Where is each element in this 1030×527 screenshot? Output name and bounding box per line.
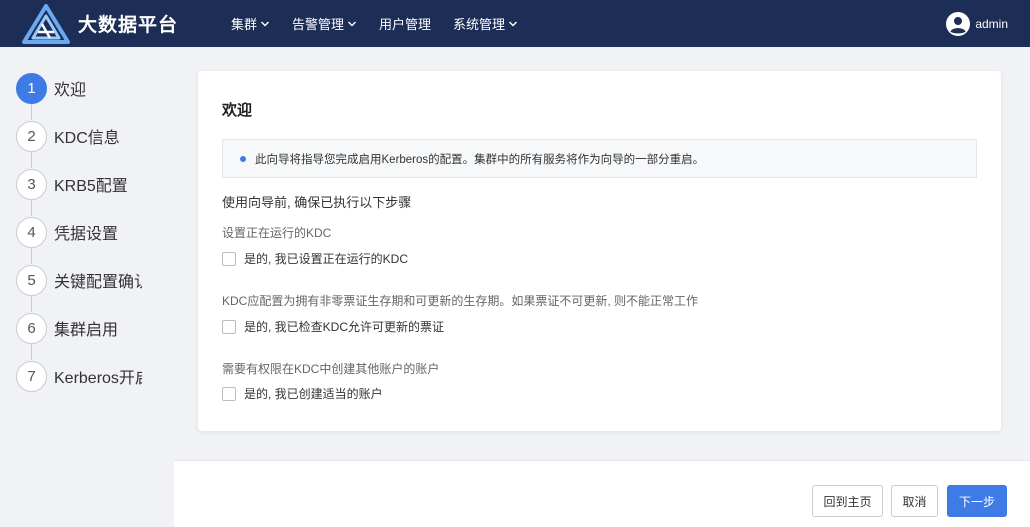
section-label: KDC应配置为拥有非零票证生存期和可更新的生存期。如果票证不可更新, 则不能正常…: [222, 294, 699, 308]
nav-item-alert-management[interactable]: 告警管理: [292, 14, 357, 33]
nav-item-label: 集群: [231, 17, 258, 32]
step-kerberos-enable[interactable]: 7 Kerberos开启: [16, 360, 142, 392]
step-number: 1: [16, 72, 47, 104]
step-number: 2: [16, 120, 47, 152]
step-krb5-config[interactable]: 3 KRB5配置: [16, 168, 142, 200]
checkbox[interactable]: [222, 251, 236, 266]
nav-item-label: 告警管理: [292, 17, 345, 32]
nav-item-label: 系统管理: [453, 17, 506, 32]
confirm-account-created-checkbox[interactable]: 是的, 我已创建适当的账户: [222, 385, 383, 402]
step-label: 凭据设置: [54, 226, 119, 243]
wizard-steps: 1 欢迎 2 KDC信息 3 KRB5配置 4 凭据设置 5 关键配置确认 6 …: [0, 47, 175, 527]
step-number: 4: [16, 216, 47, 248]
confirm-kdc-renewable-checkbox[interactable]: 是的, 我已检查KDC允许可更新的票证: [222, 318, 444, 335]
step-connector: [31, 344, 32, 360]
user-menu[interactable]: admin: [946, 0, 1008, 47]
footer-action-bar: 回到主页 取消 下一步: [174, 460, 1030, 527]
main-nav: 集群 告警管理 用户管理 系统管理: [231, 0, 540, 47]
step-connector: [31, 296, 32, 312]
info-bullet-icon: [240, 155, 246, 162]
step-number: 3: [16, 168, 47, 200]
step-connector: [31, 248, 32, 264]
chevron-down-icon: [261, 21, 270, 26]
nav-item-user-management[interactable]: 用户管理: [379, 14, 431, 33]
intro-text: 使用向导前, 确保已执行以下步骤: [222, 195, 412, 210]
confirm-kdc-running-checkbox[interactable]: 是的, 我已设置正在运行的KDC: [222, 250, 408, 267]
checkbox[interactable]: [222, 386, 236, 401]
checkbox[interactable]: [222, 319, 236, 334]
step-label: KDC信息: [54, 130, 120, 147]
step-label: Kerberos开启: [54, 370, 142, 387]
chevron-down-icon: [348, 21, 357, 26]
username: admin: [975, 16, 1008, 31]
step-welcome[interactable]: 1 欢迎: [16, 72, 142, 104]
info-alert: 此向导将指导您完成启用Kerberos的配置。集群中的所有服务将作为向导的一部分…: [222, 139, 977, 178]
next-button[interactable]: 下一步: [947, 485, 1007, 517]
step-label: 关键配置确认: [54, 274, 142, 291]
step-label: 集群启用: [54, 322, 119, 339]
info-text: 此向导将指导您完成启用Kerberos的配置。集群中的所有服务将作为向导的一部分…: [255, 153, 705, 166]
step-label: 欢迎: [54, 82, 87, 99]
section-label: 需要有权限在KDC中创建其他账户的账户: [222, 362, 440, 376]
step-kdc-info[interactable]: 2 KDC信息: [16, 120, 142, 152]
step-number: 7: [16, 360, 47, 392]
step-number: 5: [16, 264, 47, 296]
section-label: 设置正在运行的KDC: [222, 226, 332, 240]
back-home-button[interactable]: 回到主页: [812, 485, 883, 517]
step-cluster-enable[interactable]: 6 集群启用: [16, 312, 142, 344]
top-navbar: 大数据平台 集群 告警管理 用户管理 系统管理 admin: [0, 0, 1030, 47]
step-connector: [31, 152, 32, 168]
page-title: 欢迎: [222, 102, 253, 119]
checkbox-label: 是的, 我已设置正在运行的KDC: [244, 252, 409, 266]
chevron-down-icon: [509, 21, 518, 26]
checkbox-label: 是的, 我已检查KDC允许可更新的票证: [244, 320, 445, 334]
step-connector: [31, 104, 32, 120]
checkbox-label: 是的, 我已创建适当的账户: [244, 387, 383, 401]
platform-logo-icon[interactable]: [20, 4, 72, 44]
step-number: 6: [16, 312, 47, 344]
cancel-button[interactable]: 取消: [891, 485, 938, 517]
app-title: 大数据平台: [78, 15, 179, 36]
nav-item-label: 用户管理: [379, 17, 432, 32]
user-avatar-icon: [946, 11, 971, 36]
step-label: KRB5配置: [54, 178, 128, 195]
nav-item-cluster[interactable]: 集群: [231, 14, 270, 33]
welcome-card: 欢迎 此向导将指导您完成启用Kerberos的配置。集群中的所有服务将作为向导的…: [198, 71, 1001, 431]
nav-item-system-management[interactable]: 系统管理: [453, 14, 518, 33]
step-key-config-confirm[interactable]: 5 关键配置确认: [16, 264, 142, 296]
step-connector: [31, 200, 32, 216]
step-credential-settings[interactable]: 4 凭据设置: [16, 216, 142, 248]
